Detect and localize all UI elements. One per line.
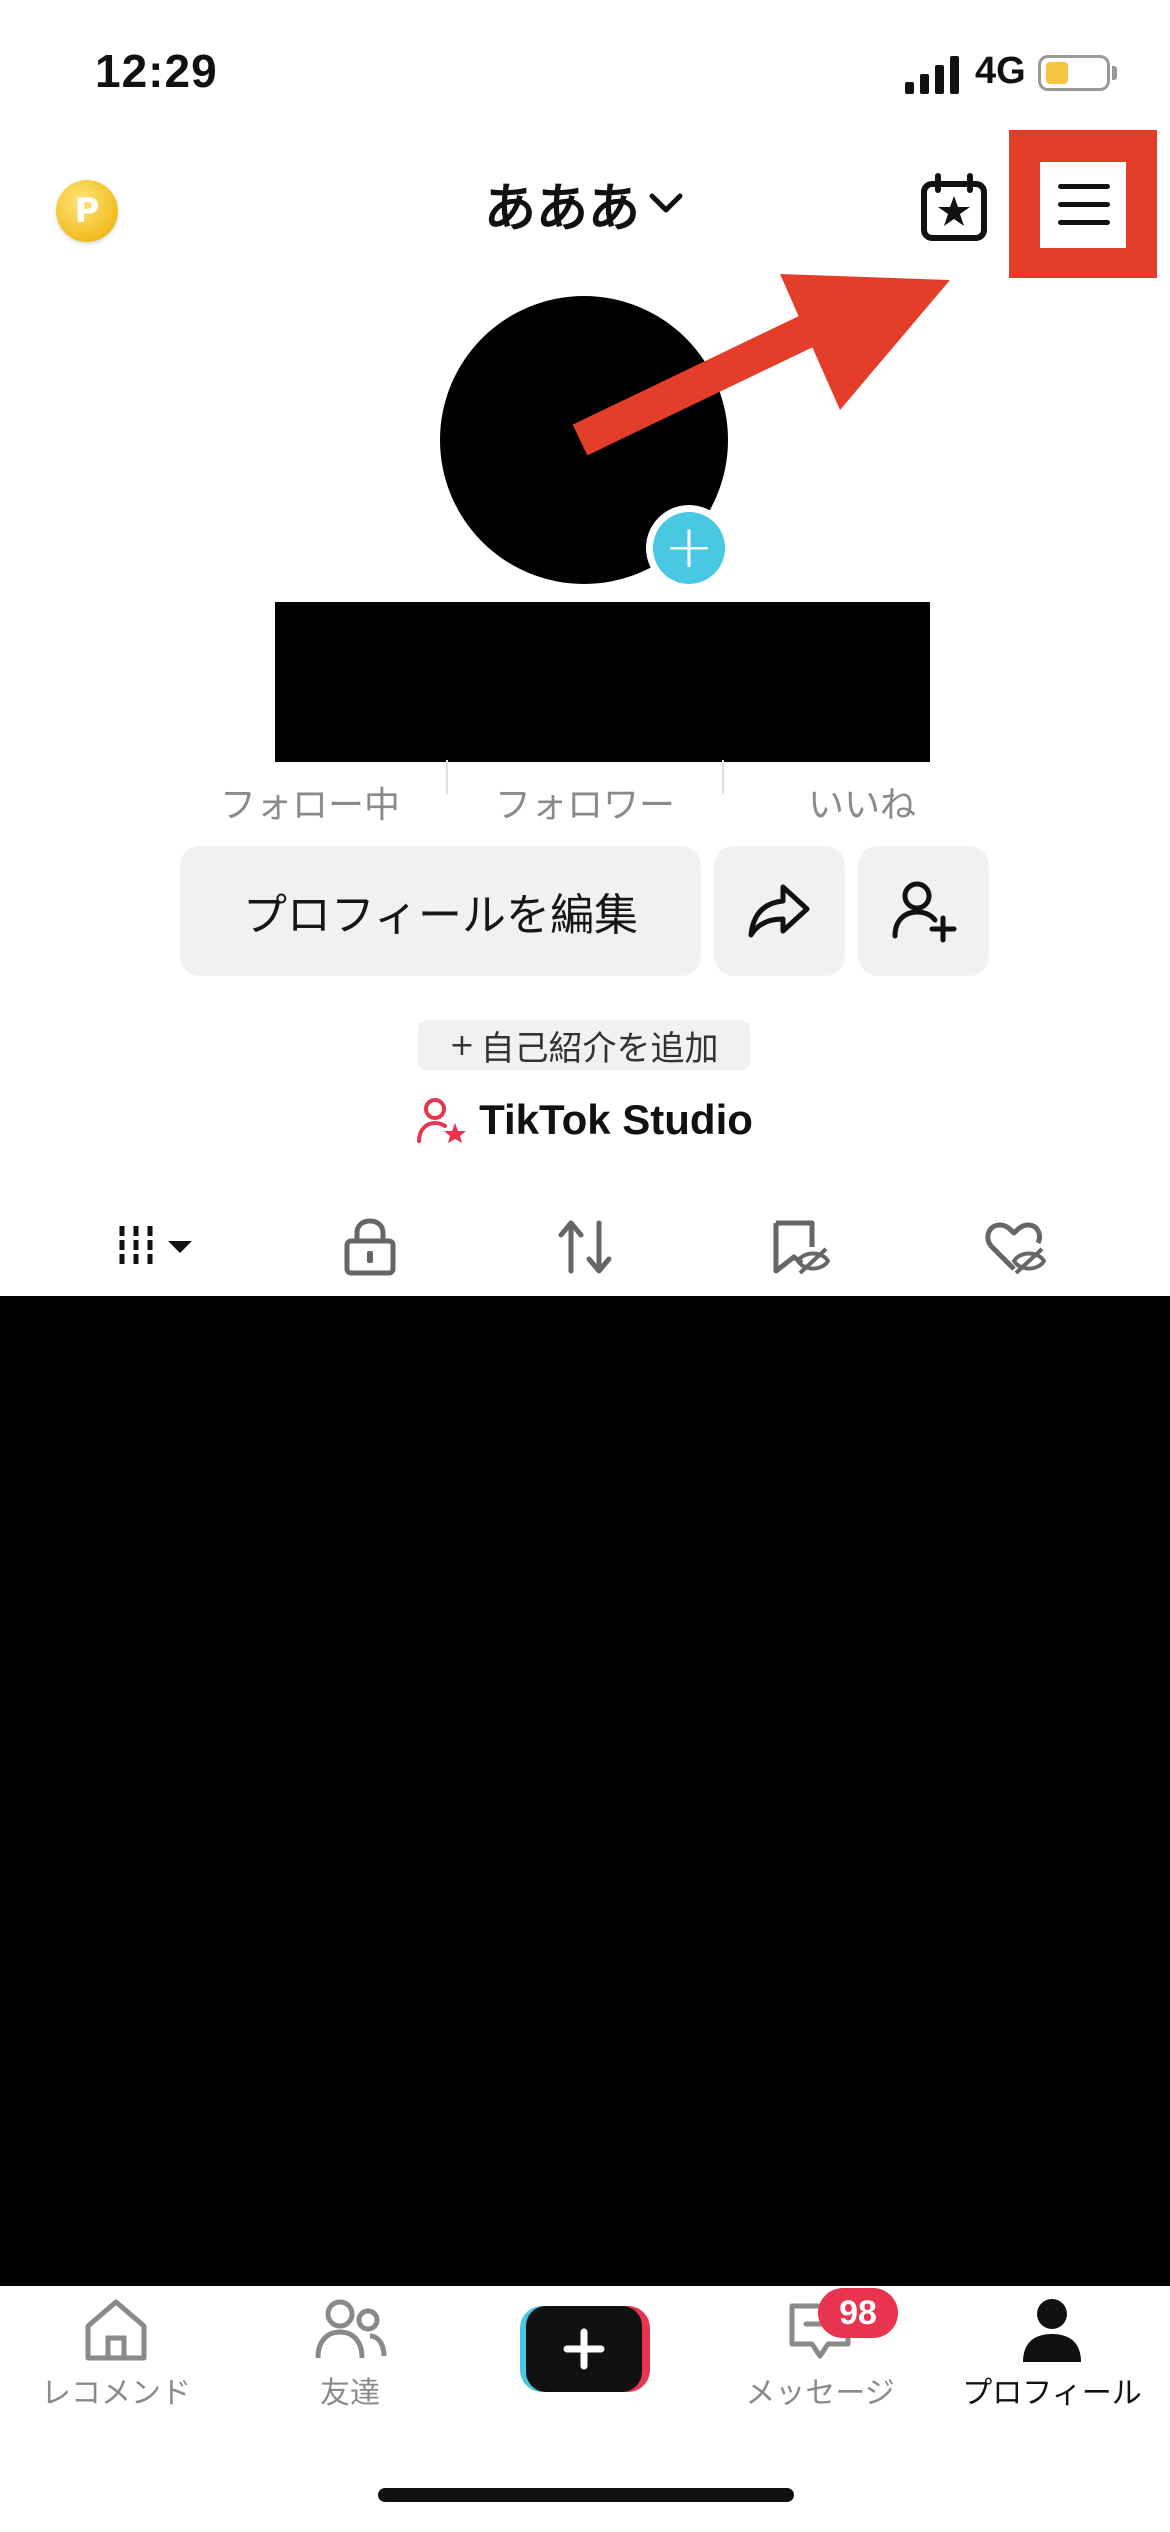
account-switcher[interactable]: あああ [0,166,1170,241]
profile-icon [1023,2299,1081,2362]
messages-badge: 98 [818,2288,898,2338]
edit-profile-button[interactable]: プロフィールを編集 [180,846,701,976]
create-button[interactable] [520,2306,650,2392]
nav-friends-label: 友達 [320,2376,380,2411]
grid-icon [119,1226,153,1268]
nav-friends[interactable]: 友達 [250,2296,450,2412]
calendar-star-icon[interactable] [918,172,990,244]
add-bio-button[interactable]: + 自己紹介を追加 [418,1020,750,1070]
battery-icon [1038,55,1110,91]
plus-icon: + [653,512,725,584]
battery-tip [1112,66,1117,80]
lock-icon [344,1218,396,1276]
add-user-icon [892,881,956,943]
followers-label[interactable]: フォロワー [455,776,715,828]
nav-profile-label: プロフィール [962,2376,1142,2411]
nav-messages-label: メッセージ [745,2376,895,2411]
divider [446,760,448,794]
tab-videos[interactable] [100,1212,210,1282]
heart-hidden-icon [985,1222,1047,1275]
nav-home[interactable]: レコメンド [16,2296,216,2412]
home-icon [85,2299,147,2361]
status-time: 12:29 [95,45,218,97]
share-profile-button[interactable] [714,846,845,976]
likes-label[interactable]: いいね [732,776,992,828]
home-indicator [378,2488,794,2502]
following-label[interactable]: フォロー中 [180,776,440,828]
signal-icon [905,56,959,94]
username[interactable]: あああ [484,166,640,241]
network-type: 4G [975,50,1026,92]
caret-down-icon [168,1241,192,1253]
add-bio-label: 自己紹介を追加 [480,1028,719,1069]
tab-liked[interactable] [966,1212,1066,1282]
arrow-annotation-icon [572,274,950,456]
video-grid-redacted [0,1296,1170,2286]
divider [722,760,724,794]
plus-icon: + [449,1027,475,1063]
add-avatar-button[interactable]: + [646,505,732,591]
tab-favorites[interactable] [750,1212,850,1282]
chevron-down-icon[interactable] [646,184,686,224]
tiktok-studio-label: TikTok Studio [479,1096,753,1143]
redacted-area [275,602,930,762]
user-star-icon [417,1098,467,1143]
repost-icon [558,1220,612,1274]
bookmark-hidden-icon [773,1220,831,1275]
nav-profile[interactable]: プロフィール [952,2296,1152,2412]
menu-button[interactable] [1040,162,1126,248]
friends-icon [315,2299,387,2359]
tab-private[interactable] [320,1212,420,1282]
share-icon [748,884,809,938]
add-friend-button[interactable] [858,846,989,976]
tab-reposts[interactable] [535,1212,635,1282]
tiktok-studio-link[interactable]: TikTok Studio [0,1096,1170,1144]
nav-home-label: レコメンド [41,2376,191,2411]
